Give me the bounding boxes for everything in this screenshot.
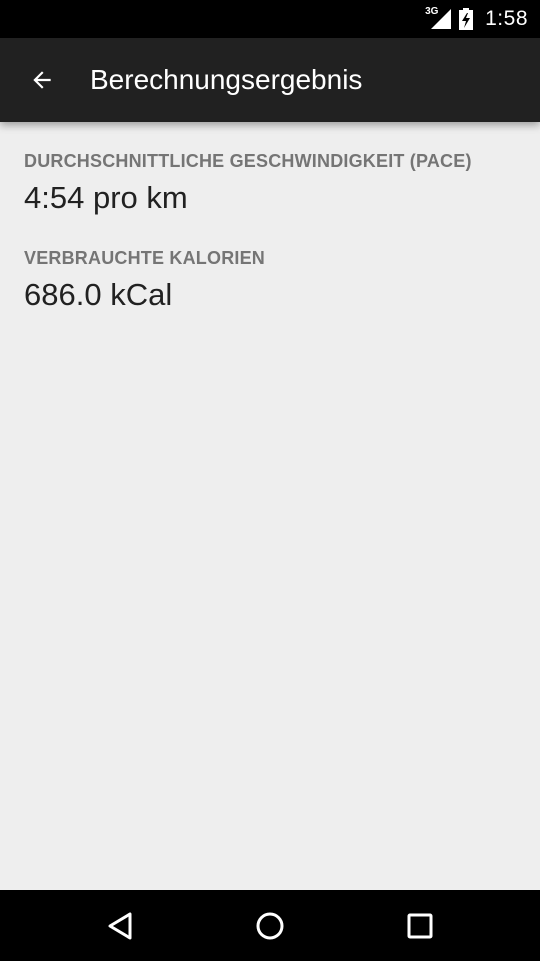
nav-back-button[interactable] <box>80 890 160 961</box>
home-circle-icon <box>256 912 284 939</box>
recents-square-icon <box>407 913 433 938</box>
app-bar: Berechnungsergebnis <box>0 38 540 122</box>
nav-home-button[interactable] <box>230 890 310 961</box>
back-triangle-icon <box>108 912 132 939</box>
results-content: DURCHSCHNITTLICHE GESCHWINDIGKEIT (PACE)… <box>0 122 540 890</box>
arrow-back-icon <box>33 71 51 89</box>
navigation-bar <box>0 890 540 961</box>
nav-recents-button[interactable] <box>380 890 460 961</box>
status-clock: 1:58 <box>485 7 528 30</box>
status-icons: 3G 1:58 <box>425 0 528 38</box>
signal-indicator: 3G <box>425 7 452 31</box>
page-title: Berechnungsergebnis <box>90 64 363 95</box>
calories-value: 686.0 kCal <box>24 277 173 312</box>
pace-label: DURCHSCHNITTLICHE GESCHWINDIGKEIT (PACE) <box>24 151 472 171</box>
back-button[interactable] <box>18 56 66 104</box>
signal-icon <box>431 9 452 29</box>
battery-charging-icon <box>459 8 474 30</box>
pace-value: 4:54 pro km <box>24 180 188 215</box>
calories-label: VERBRAUCHTE KALORIEN <box>24 248 266 268</box>
status-bar: 3G 1:58 <box>0 0 540 38</box>
